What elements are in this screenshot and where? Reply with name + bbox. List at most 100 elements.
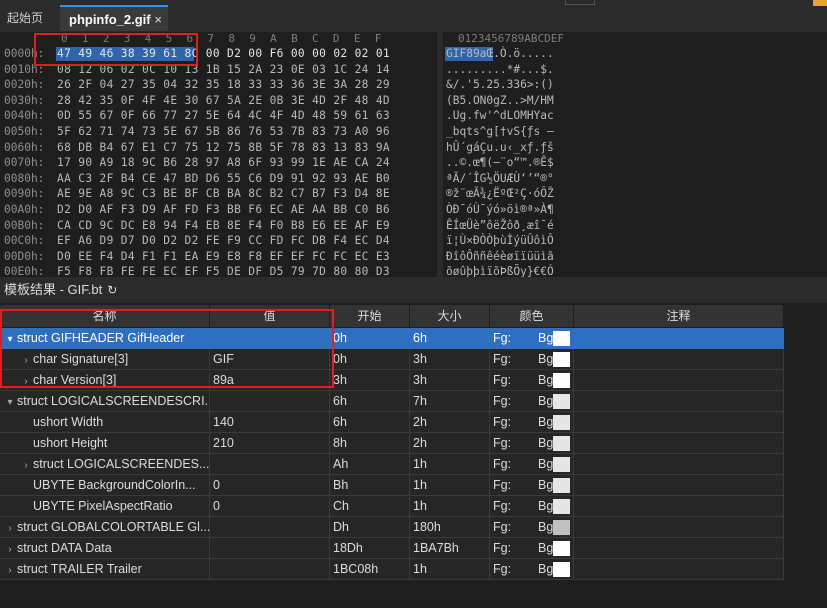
cell-size: 3h <box>410 370 490 391</box>
bg-color-swatch[interactable] <box>553 499 570 514</box>
chevron-right-icon[interactable]: › <box>3 518 17 537</box>
cell-comment <box>574 496 784 517</box>
cell-value <box>210 559 330 580</box>
bg-color-swatch[interactable] <box>553 394 570 409</box>
template-row[interactable]: › struct TRAILER Trailer 1BC08h 1h Fg: Bg: <box>0 559 784 580</box>
annotation-box-signature <box>34 33 198 66</box>
hex-row-ascii[interactable]: hÛ´gáÇu.u‹_xƒ.ƒš <box>446 141 554 154</box>
bg-color-swatch[interactable] <box>553 331 570 346</box>
hex-row-bytes[interactable]: D2 D0 AF F3 D9 AF FD F3 BB F6 EC AE AA B… <box>57 203 390 216</box>
refresh-icon[interactable]: ↻ <box>107 283 117 297</box>
cell-name: › struct TRAILER Trailer <box>0 559 210 580</box>
template-row[interactable]: ushort Height 210 8h 2h Fg: Bg: <box>0 433 784 454</box>
hex-row-ascii[interactable]: ÒÐ¯óÙ¯ýó»öì®ª»À¶ <box>446 203 554 216</box>
empty-area <box>784 305 827 608</box>
bg-color-swatch[interactable] <box>553 436 570 451</box>
cell-size: 3h <box>410 349 490 370</box>
hex-row-ascii[interactable]: ªÃ/´ÎG½ÖUÆÙ‘’“®° <box>446 172 554 185</box>
tab-phpinfo-gif[interactable]: phpinfo_2.gif × <box>60 5 168 31</box>
template-row[interactable]: › struct DATA Data 18Dh 1BA7Bh Fg: Bg: <box>0 538 784 559</box>
bg-color-swatch[interactable] <box>553 415 570 430</box>
hex-row-address: 0020h: <box>4 78 45 92</box>
cell-size: 1h <box>410 475 490 496</box>
hex-row-ascii[interactable]: &/.'5.25.336>:() <box>446 78 554 91</box>
cell-comment <box>574 349 784 370</box>
template-row[interactable]: UBYTE BackgroundColorIn... 0 Bh 1h Fg: Bg: <box>0 475 784 496</box>
chevron-down-icon[interactable]: ▾ <box>3 392 17 411</box>
chevron-right-icon[interactable]: › <box>19 455 33 474</box>
hex-row-ascii[interactable]: .........*#...$. <box>446 63 554 76</box>
hex-row-bytes[interactable]: AA C3 2F B4 CE 47 BD D6 55 C6 D9 91 92 9… <box>57 172 390 185</box>
cell-value <box>210 391 330 412</box>
fg-label: Fg: <box>493 352 512 366</box>
close-icon[interactable]: × <box>154 7 162 33</box>
hex-row-ascii[interactable]: ..©.œ¶(—¨o“™.®Ê$ <box>446 156 554 169</box>
hex-row-address: 0080h: <box>4 171 45 185</box>
cell-comment <box>574 517 784 538</box>
tab-start-page[interactable]: 起始页 <box>7 5 43 31</box>
hex-row-ascii[interactable]: ï¦Ù×ÐÒÒþùÌýüÛôìÔ <box>446 234 554 247</box>
hex-row-address: 00C0h: <box>4 234 45 248</box>
bg-color-swatch[interactable] <box>553 541 570 556</box>
cell-color: Fg: Bg: <box>490 349 574 370</box>
hex-row-ascii[interactable]: ®ž¨œÃ¾¿ËºŒ²Ç·óÔŽ <box>446 187 554 200</box>
cell-name: › struct LOGICALSCREENDES... <box>0 454 210 475</box>
hex-row-bytes[interactable]: 5F 62 71 74 73 5E 67 5B 86 76 53 7B 83 7… <box>57 125 390 138</box>
fg-label: Fg: <box>493 373 512 387</box>
template-row[interactable]: UBYTE PixelAspectRatio 0 Ch 1h Fg: Bg: <box>0 496 784 517</box>
hex-row-ascii[interactable]: .Ug.fw'^dLOMHYac <box>446 109 554 122</box>
hex-row-bytes[interactable]: 28 42 35 0F 4F 4E 30 67 5A 2E 0B 3E 4D 2… <box>57 94 390 107</box>
cell-size: 6h <box>410 328 490 349</box>
bg-color-swatch[interactable] <box>553 373 570 388</box>
column-header-comment[interactable]: 注释 <box>574 305 784 327</box>
hex-row-bytes[interactable]: AE 9E A8 9C C3 BE BF CB BA 8C B2 C7 B7 F… <box>57 187 390 200</box>
cell-name: ushort Height <box>0 433 210 454</box>
column-header-color[interactable]: 颜色 <box>490 305 574 327</box>
chevron-right-icon[interactable]: › <box>3 539 17 558</box>
cell-size: 7h <box>410 391 490 412</box>
template-row[interactable]: ushort Width 140 6h 2h Fg: Bg: <box>0 412 784 433</box>
hex-row-address: 0050h: <box>4 125 45 138</box>
template-row[interactable]: › struct GLOBALCOLORTABLE Gl... Dh 180h Fg: B… <box>0 517 784 538</box>
chevron-right-icon[interactable]: › <box>3 560 17 579</box>
cell-start: 0h <box>330 349 410 370</box>
fg-label: Fg: <box>493 562 512 576</box>
cell-size: 1h <box>410 559 490 580</box>
fg-label: Fg: <box>493 415 512 429</box>
hex-row-bytes[interactable]: 68 DB B4 67 E1 C7 75 12 75 8B 5F 78 83 1… <box>57 141 390 154</box>
hex-row-bytes[interactable]: F5 F8 FB FE FE EC EF F5 DE DF D5 79 7D 8… <box>57 265 390 277</box>
cell-start: Dh <box>330 517 410 538</box>
hex-row-address: 0090h: <box>4 187 45 201</box>
bg-color-swatch[interactable] <box>553 478 570 493</box>
hex-row-bytes[interactable]: 17 90 A9 18 9C B6 28 97 A8 6F 93 99 1E A… <box>57 156 390 169</box>
column-header-size[interactable]: 大小 <box>410 305 490 327</box>
hex-row-bytes[interactable]: D0 EE F4 D4 F1 F1 EA E9 E8 F8 EF EF FC F… <box>57 250 390 263</box>
cell-color: Fg: Bg: <box>490 454 574 475</box>
ascii-column-header: 0123456789ABCDEF <box>458 32 564 45</box>
hex-row-bytes[interactable]: 26 2F 04 27 35 04 32 35 18 33 33 36 3E 3… <box>57 78 390 91</box>
bg-color-swatch[interactable] <box>553 562 570 577</box>
hex-editor[interactable]: 0 1 2 3 4 5 6 7 8 9 A B C D E F 01234567… <box>0 32 827 277</box>
cell-size: 1BA7Bh <box>410 538 490 559</box>
hex-scrollbar[interactable] <box>437 32 443 277</box>
hex-row-bytes[interactable]: 0D 55 67 0F 66 77 27 5E 64 4C 4F 4D 48 5… <box>57 109 390 122</box>
hex-row-ascii[interactable]: GIF89aŒ.Ò.ö..... <box>446 47 554 60</box>
hex-row-ascii[interactable]: _bqts^g[†vS{ƒs – <box>446 125 554 138</box>
cell-name: UBYTE BackgroundColorIn... <box>0 475 210 496</box>
cell-value: 0 <box>210 475 330 496</box>
cell-comment <box>574 475 784 496</box>
bg-color-swatch[interactable] <box>553 352 570 367</box>
hex-row-ascii[interactable]: ÐîôÔññêéèøïïüüìã <box>446 250 554 263</box>
hex-row-ascii[interactable]: (B5.ON0gZ..>M/HM <box>446 94 554 107</box>
hex-row-bytes[interactable]: CA CD 9C DC E8 94 F4 EB 8E F4 F0 B8 E6 E… <box>57 219 390 232</box>
hex-row-ascii[interactable]: õøûþþìïõÞßÕy}€€Ó <box>446 265 554 277</box>
template-row[interactable]: ▾ struct LOGICALSCREENDESCRI... 6h 7h Fg: Bg: <box>0 391 784 412</box>
cell-start: 1BC08h <box>330 559 410 580</box>
template-row[interactable]: › struct LOGICALSCREENDES... Ah 1h Fg: Bg: <box>0 454 784 475</box>
hex-row-bytes[interactable]: EF A6 D9 D7 D0 D2 D2 FE F9 CC FD FC DB F… <box>57 234 390 247</box>
hex-row-ascii[interactable]: ÊÍœÜè”ôëŽôð¸æî¯é <box>446 219 554 232</box>
bg-color-swatch[interactable] <box>553 457 570 472</box>
row-name-text: ushort Width <box>33 415 104 429</box>
column-header-start[interactable]: 开始 <box>330 305 410 327</box>
bg-color-swatch[interactable] <box>553 520 570 535</box>
